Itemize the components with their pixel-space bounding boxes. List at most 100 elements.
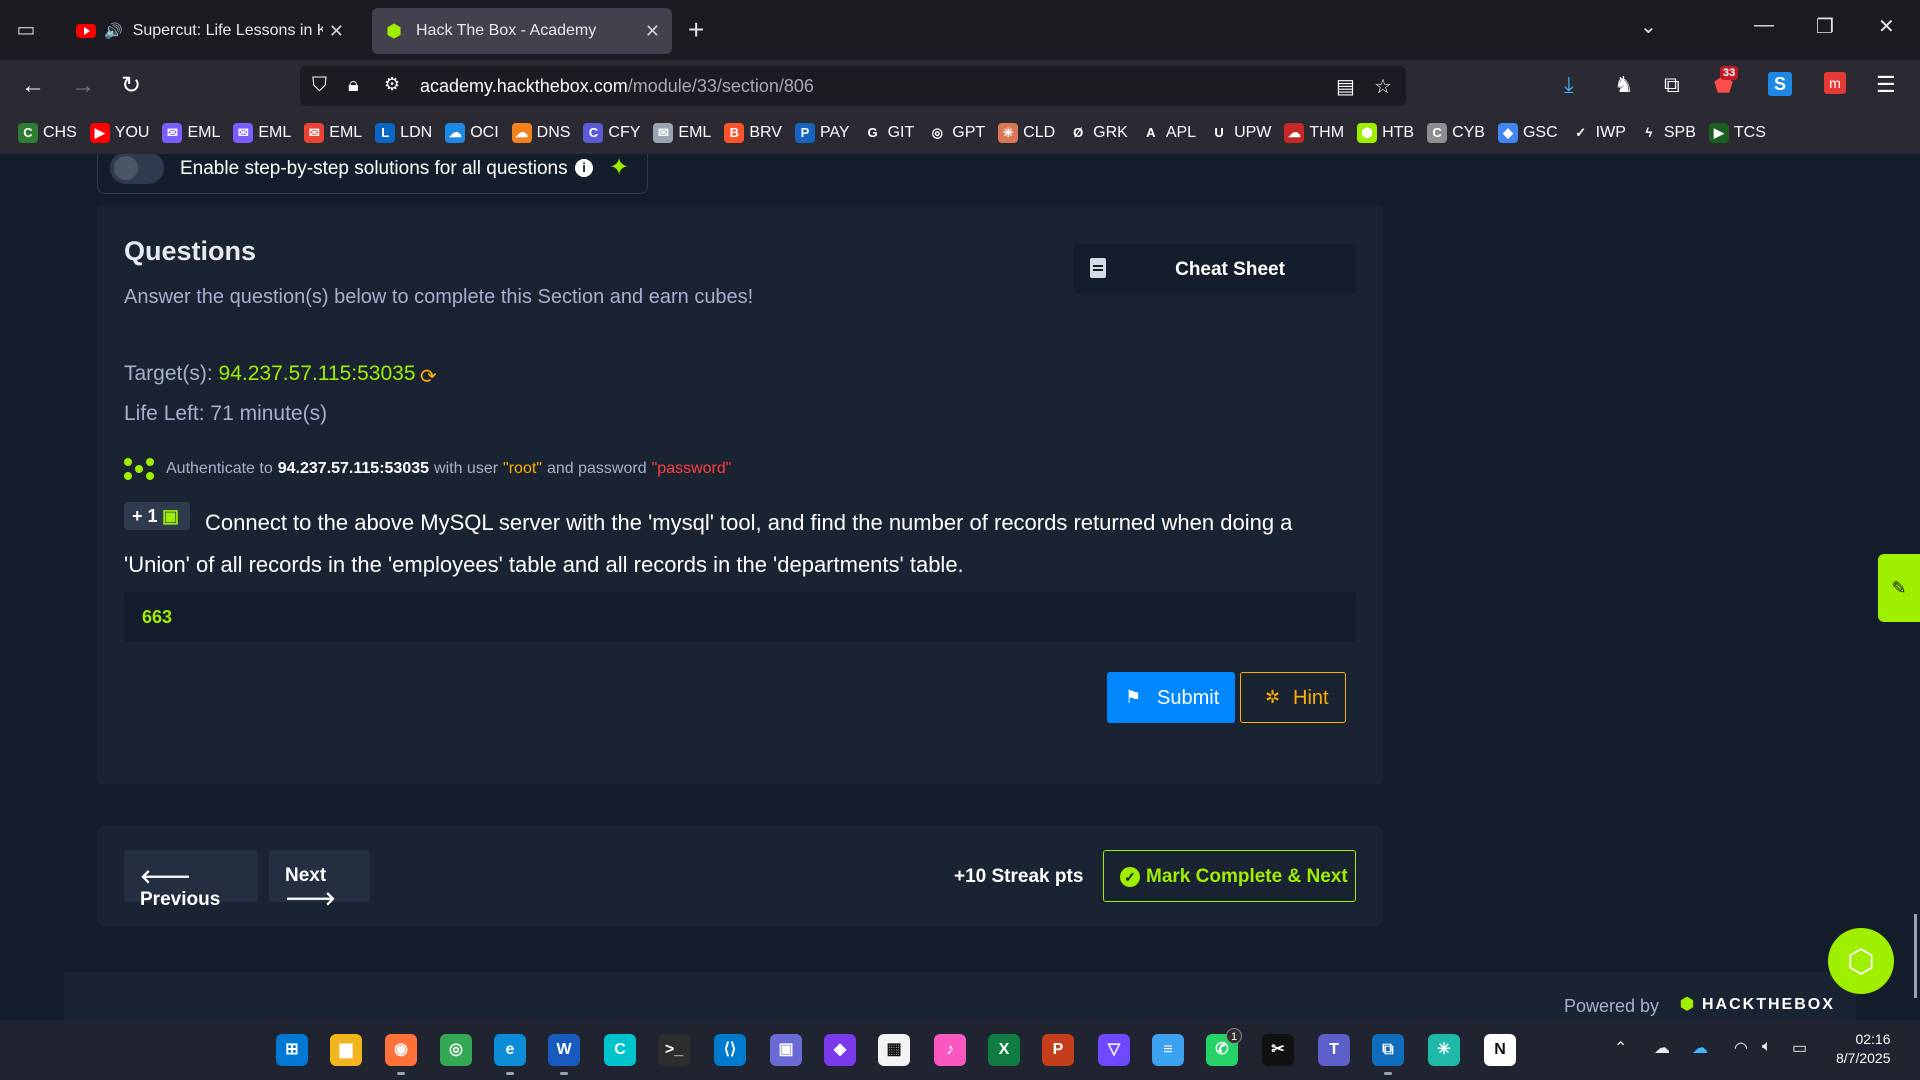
- previous-button[interactable]: 🡐 Previous: [124, 850, 258, 910]
- perplexity-taskbar-icon[interactable]: ✳: [1428, 1034, 1460, 1066]
- step-solutions-toggle[interactable]: [110, 154, 164, 184]
- store-taskbar-icon[interactable]: ▦: [878, 1034, 910, 1066]
- hamburger-menu-icon[interactable]: ☰: [1876, 72, 1896, 98]
- url-text[interactable]: academy.hackthebox.com/module/33/section…: [420, 76, 814, 97]
- close-tab-icon[interactable]: ✕: [645, 21, 660, 42]
- s-extension-icon[interactable]: S: [1768, 72, 1792, 96]
- edge-taskbar-icon[interactable]: e: [494, 1034, 526, 1066]
- next-button[interactable]: Next 🡒: [269, 850, 370, 910]
- refresh-target-icon[interactable]: ⟳: [420, 364, 437, 389]
- tab-overflow-chevron-icon[interactable]: ⌄: [1640, 14, 1657, 39]
- bookmark-upw[interactable]: U UPW: [1209, 123, 1271, 143]
- answer-input[interactable]: [124, 592, 1356, 642]
- downloads-icon[interactable]: ⤓: [1564, 72, 1574, 98]
- bookmark-spb[interactable]: ϟ SPB: [1638, 123, 1696, 143]
- bookmark-tcs[interactable]: ▶ TCS: [1708, 123, 1766, 143]
- grk-favicon-icon: Ø: [1068, 123, 1089, 143]
- mark-complete-button[interactable]: ✓ Mark Complete & Next: [1103, 850, 1356, 902]
- bookmark-dns[interactable]: ☁ DNS: [511, 123, 570, 143]
- bookmark-thm[interactable]: ☁ THM: [1284, 123, 1344, 143]
- wifi-icon[interactable]: ◠: [1734, 1038, 1748, 1058]
- restore-icon[interactable]: ❐: [1816, 14, 1834, 39]
- bookmark-eml[interactable]: ✉ EML: [304, 123, 362, 143]
- bookmark-pay[interactable]: P PAY: [794, 123, 850, 143]
- url-bar[interactable]: ⛉ 🔒︎ ⚙ academy.hackthebox.com/module/33/…: [300, 66, 1406, 106]
- bookmark-oci[interactable]: ☁ OCI: [445, 123, 499, 143]
- volume-icon[interactable]: 🔈︎: [1762, 1038, 1772, 1056]
- cheat-sheet-button[interactable]: Cheat Sheet: [1074, 244, 1356, 294]
- vscode-taskbar-icon[interactable]: ⟨⟩: [714, 1034, 746, 1066]
- floating-cube-button[interactable]: ⬡: [1828, 928, 1894, 994]
- bookmark-you[interactable]: ▶ YOU: [89, 123, 149, 143]
- firefox-taskbar-icon[interactable]: ◉: [385, 1034, 417, 1066]
- bookmark-cld[interactable]: ✳ CLD: [998, 123, 1055, 143]
- tab-list-icon[interactable]: ▭: [12, 17, 40, 43]
- bookmark-eml[interactable]: ✉ EML: [233, 123, 291, 143]
- itunes-taskbar-icon[interactable]: ♪: [934, 1034, 966, 1066]
- back-arrow-icon[interactable]: ←: [18, 72, 48, 100]
- remote-desktop-taskbar-icon[interactable]: ⧉: [1372, 1034, 1404, 1066]
- bookmark-gsc[interactable]: ◆ GSC: [1497, 123, 1558, 143]
- bookmark-htb[interactable]: ⬢ HTB: [1357, 123, 1414, 143]
- shield-icon[interactable]: ⛉: [312, 74, 327, 97]
- tab-youtube[interactable]: 🔊 Supercut: Life Lessons in Kee ✕: [64, 8, 356, 54]
- bookmark-cyb[interactable]: C CYB: [1427, 123, 1485, 143]
- tray-chevron-icon[interactable]: ⌃: [1614, 1038, 1627, 1058]
- onedrive-icon[interactable]: ☁: [1692, 1038, 1708, 1058]
- speaker-icon[interactable]: 🔊: [104, 22, 123, 40]
- m-extension-icon[interactable]: m: [1824, 72, 1846, 94]
- side-pencil-tab[interactable]: ✎: [1878, 554, 1920, 622]
- terminal-taskbar-icon[interactable]: >_: [658, 1034, 690, 1066]
- scrollbar-thumb[interactable]: [1914, 914, 1917, 998]
- proton-vpn-taskbar-icon[interactable]: ▽: [1098, 1034, 1130, 1066]
- clock-date: 8/7/2025: [1836, 1050, 1891, 1066]
- forward-arrow-icon[interactable]: →: [68, 72, 98, 100]
- bookmark-iwp[interactable]: ✓ IWP: [1570, 123, 1626, 143]
- extension-icon[interactable]: ♞: [1614, 72, 1634, 98]
- extensions-puzzle-icon[interactable]: ⧉: [1664, 72, 1680, 98]
- section-navigation: 🡐 Previous Next 🡒 +10 Streak pts ✓ Mark C…: [97, 826, 1383, 926]
- excel-taskbar-icon[interactable]: X: [988, 1034, 1020, 1066]
- notes-taskbar-icon[interactable]: ▣: [770, 1034, 802, 1066]
- obsidian-taskbar-icon[interactable]: ◆: [824, 1034, 856, 1066]
- bookmark-ldn[interactable]: L LDN: [375, 123, 432, 143]
- auth-hint: Authenticate to 94.237.57.115:53035 with…: [124, 458, 731, 480]
- bookmark-star-icon[interactable]: ☆: [1374, 74, 1392, 99]
- lock-icon[interactable]: 🔒︎: [348, 74, 359, 97]
- capcut-taskbar-icon[interactable]: ✂: [1262, 1034, 1294, 1066]
- file-explorer-taskbar-icon[interactable]: ▆: [330, 1034, 362, 1066]
- word-taskbar-icon[interactable]: W: [548, 1034, 580, 1066]
- minimize-icon[interactable]: —: [1754, 14, 1774, 37]
- start-taskbar-icon[interactable]: ⊞: [276, 1034, 308, 1066]
- notion-taskbar-icon[interactable]: N: [1484, 1034, 1516, 1066]
- step-solutions-box: Enable step-by-step solutions for all qu…: [97, 154, 648, 194]
- hint-button[interactable]: ✲ Hint: [1240, 672, 1346, 723]
- canva-taskbar-icon[interactable]: C: [604, 1034, 636, 1066]
- system-clock[interactable]: 02:16 8/7/2025: [1836, 1030, 1891, 1068]
- bookmark-grk[interactable]: Ø GRK: [1068, 123, 1128, 143]
- bookmark-chs[interactable]: C CHS: [18, 123, 77, 143]
- bookmark-gpt[interactable]: ◎ GPT: [927, 123, 985, 143]
- reload-icon[interactable]: ↻: [116, 72, 146, 100]
- notepad-taskbar-icon[interactable]: ≡: [1152, 1034, 1184, 1066]
- bookmark-apl[interactable]: A APL: [1140, 123, 1196, 143]
- onedrive-alert-icon[interactable]: ☁: [1654, 1038, 1670, 1058]
- submit-button[interactable]: ⚑ Submit: [1107, 672, 1235, 723]
- info-icon[interactable]: i: [575, 159, 593, 177]
- close-tab-icon[interactable]: ✕: [329, 21, 344, 42]
- bookmark-cfy[interactable]: C CFY: [583, 123, 640, 143]
- chrome-taskbar-icon[interactable]: ◎: [440, 1034, 472, 1066]
- bookmark-brv[interactable]: B BRV: [724, 123, 782, 143]
- htb-logo[interactable]: ⬢ HACKTHEBOX: [1680, 994, 1835, 1014]
- site-settings-icon[interactable]: ⚙: [384, 74, 400, 95]
- reader-view-icon[interactable]: ▤: [1336, 74, 1355, 99]
- new-tab-button[interactable]: +: [688, 14, 704, 46]
- tab-hackthebox[interactable]: ⬢ Hack The Box - Academy ✕: [372, 8, 672, 54]
- powerpoint-taskbar-icon[interactable]: P: [1042, 1034, 1074, 1066]
- bookmark-git[interactable]: G GIT: [862, 123, 914, 143]
- bookmark-eml[interactable]: ✉ EML: [162, 123, 220, 143]
- teams-taskbar-icon[interactable]: T: [1318, 1034, 1350, 1066]
- bookmark-eml[interactable]: ✉ EML: [653, 123, 711, 143]
- battery-icon[interactable]: ▭: [1792, 1038, 1807, 1058]
- close-window-icon[interactable]: ✕: [1878, 14, 1895, 39]
